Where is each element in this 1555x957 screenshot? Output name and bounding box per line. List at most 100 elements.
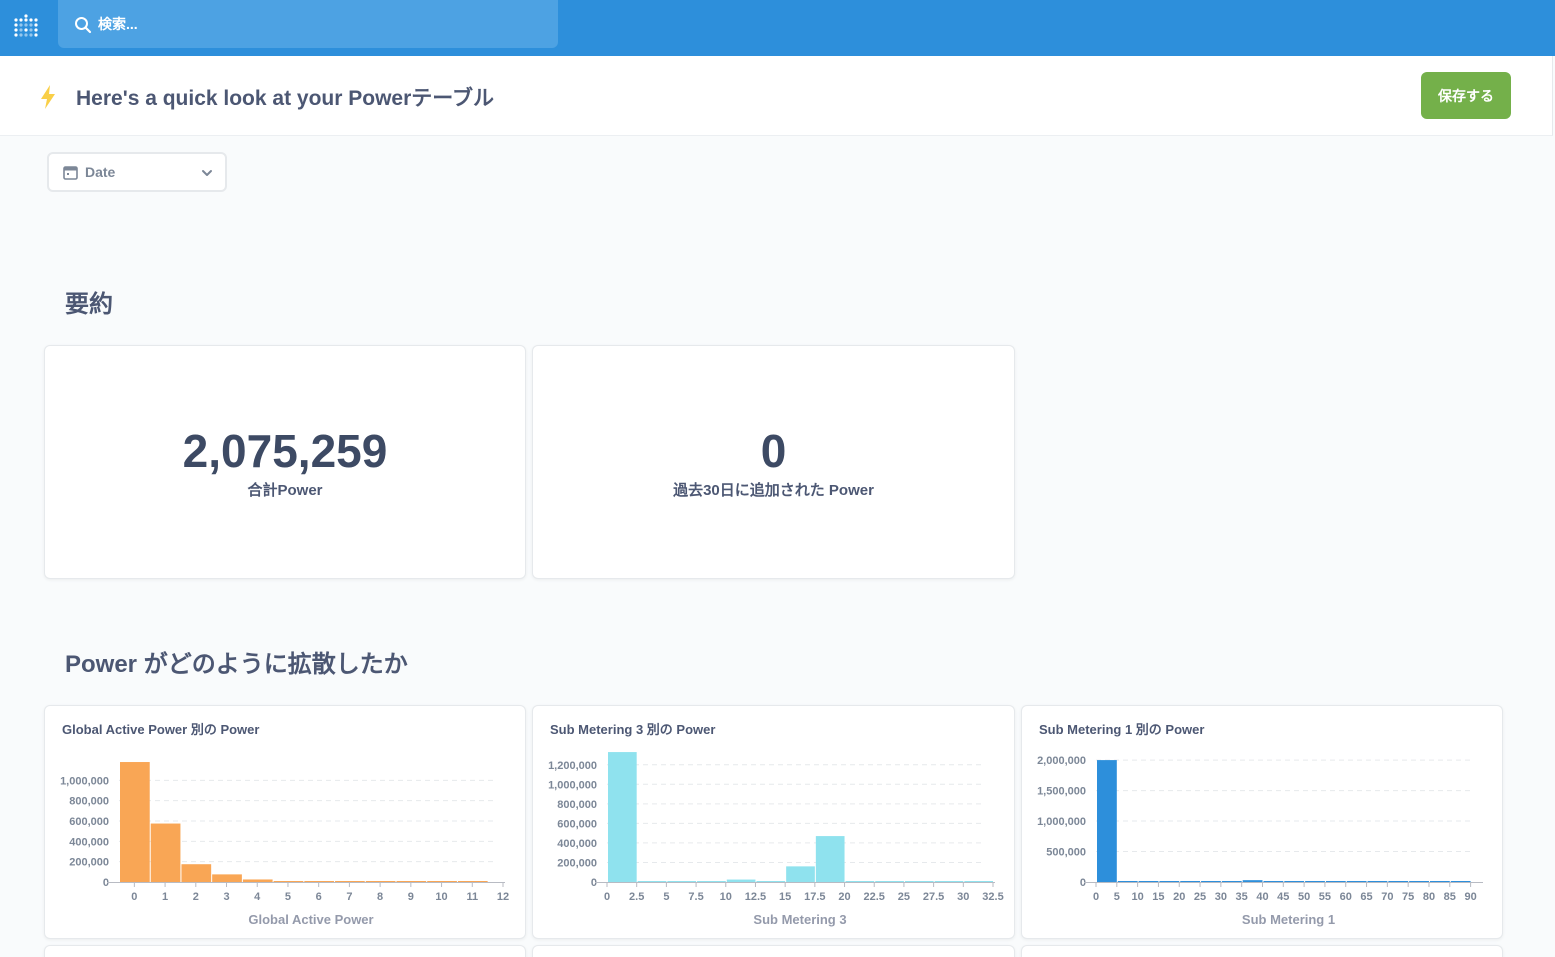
x-tick-label: 25 xyxy=(1194,891,1206,903)
x-tick-label: 5 xyxy=(285,891,291,903)
distribution-section-title: Power がどのように拡散したか xyxy=(65,651,408,678)
y-tick-label: 600,000 xyxy=(557,818,597,830)
histogram-bar xyxy=(335,881,365,882)
search-icon xyxy=(75,17,92,34)
chart-card-sub-metering-3[interactable]: Sub Metering 3 別の Power 0 200,000 400,000 6… xyxy=(532,705,1015,939)
search-input[interactable] xyxy=(98,0,538,48)
x-tick-label: 9 xyxy=(408,891,414,903)
y-tick-label: 400,000 xyxy=(557,838,597,850)
histogram-bar xyxy=(756,881,786,882)
chevron-down-icon xyxy=(202,170,212,176)
histogram-bar xyxy=(1346,881,1367,882)
histogram-chart: 0200,000400,000600,000800,0001,000,0000 1… xyxy=(60,762,509,927)
y-tick-label: 1,000,000 xyxy=(60,775,109,787)
chart-card-global-active-power[interactable]: Global Active Power 別の Power 0 200,000 400… xyxy=(44,705,526,939)
chart-card-sub-metering-1[interactable]: Sub Metering 1 別の Power 0 500,000 1,000,00… xyxy=(1021,705,1503,939)
histogram-bar xyxy=(1450,881,1471,882)
y-tick-label: 800,000 xyxy=(557,799,597,811)
chart-card-next[interactable] xyxy=(532,945,1015,957)
x-tick-label: 65 xyxy=(1360,891,1372,903)
lightning-bolt-icon xyxy=(41,85,55,109)
date-filter[interactable]: Date xyxy=(47,152,227,192)
y-tick-label: 600,000 xyxy=(69,816,109,828)
y-tick-label: 200,000 xyxy=(69,857,109,869)
histogram-bar xyxy=(726,879,756,882)
scalar-card-recent[interactable]: 0 過去30日に追加された Power xyxy=(532,345,1015,579)
histogram-bar xyxy=(608,752,637,882)
histogram-bar xyxy=(875,881,904,882)
chart-card-next[interactable] xyxy=(1021,945,1503,957)
x-tick-label: 2.5 xyxy=(629,891,644,903)
x-tick-label: 20 xyxy=(838,891,850,903)
histogram-bar xyxy=(1138,881,1159,882)
calendar-icon xyxy=(63,166,78,180)
histogram-bar xyxy=(697,881,726,882)
histogram-bar xyxy=(1325,881,1346,882)
histogram-bar xyxy=(304,881,335,882)
histogram-bar xyxy=(1305,881,1325,882)
histogram-bar xyxy=(457,881,488,882)
page-title: Here's a quick look at your Powerテーブル xyxy=(76,87,495,110)
histogram-bar xyxy=(934,881,964,882)
x-tick-label: 10 xyxy=(720,891,732,903)
histogram-bar xyxy=(1388,881,1409,882)
x-tick-label: 6 xyxy=(316,891,322,903)
x-tick-label: 10 xyxy=(1131,891,1143,903)
metabase-logo-icon[interactable] xyxy=(12,12,40,40)
top-nav xyxy=(0,0,1555,56)
x-tick-label: 15 xyxy=(1152,891,1164,903)
histogram-bar xyxy=(667,881,697,882)
x-tick-label: 0 xyxy=(604,891,610,903)
histogram-chart: 0 200,000 400,000 600,000 800,000 1,000,000 1,… xyxy=(548,752,1004,927)
x-tick-label: 22.5 xyxy=(864,891,885,903)
x-tick-label: 12.5 xyxy=(745,891,766,903)
x-tick-label: 11 xyxy=(466,891,478,903)
histogram-bar xyxy=(273,881,304,882)
y-tick-label: 1,000,000 xyxy=(1037,816,1086,828)
y-tick-label: 500,000 xyxy=(1046,847,1086,859)
x-tick-label: 2 xyxy=(193,891,199,903)
histogram-bar xyxy=(1159,881,1180,882)
save-button[interactable]: 保存する xyxy=(1421,72,1511,119)
x-axis-title: Sub Metering 3 xyxy=(753,912,846,927)
chart-card-next[interactable] xyxy=(44,945,526,957)
x-tick-label: 0 xyxy=(131,891,137,903)
x-tick-label: 32.5 xyxy=(982,891,1003,903)
scalar-value: 2,075,259 xyxy=(182,425,388,477)
histogram-bar xyxy=(815,836,845,882)
histogram-bar xyxy=(1284,881,1305,882)
scalar-value: 0 xyxy=(760,425,787,477)
x-tick-label: 5 xyxy=(663,891,669,903)
search-bar[interactable] xyxy=(58,0,558,48)
histogram-bar xyxy=(181,864,212,882)
x-tick-label: 85 xyxy=(1444,891,1456,903)
x-tick-label: 7 xyxy=(346,891,352,903)
scalar-card-total[interactable]: 2,075,259 合計Power xyxy=(44,345,526,579)
histogram-bar xyxy=(150,823,181,882)
histogram-bar xyxy=(845,881,875,882)
histogram-bar xyxy=(1201,881,1221,882)
histogram-bar xyxy=(212,874,242,882)
histogram-bar xyxy=(396,881,427,882)
x-tick-label: 80 xyxy=(1423,891,1435,903)
scalar-label: 合計Power xyxy=(247,482,323,499)
x-tick-label: 70 xyxy=(1381,891,1393,903)
x-tick-label: 27.5 xyxy=(923,891,944,903)
x-tick-label: 17.5 xyxy=(804,891,825,903)
x-tick-label: 4 xyxy=(254,891,261,903)
x-tick-label: 1 xyxy=(162,891,168,903)
histogram-chart: 0500,0001,000,0001,500,0002,000,0000 5 10 1… xyxy=(1037,755,1483,927)
x-tick-label: 5 xyxy=(1114,891,1120,903)
x-axis-title: Global Active Power xyxy=(248,912,373,927)
x-tick-label: 7.5 xyxy=(688,891,703,903)
x-axis-title: Sub Metering 1 xyxy=(1242,912,1335,927)
histogram-bar xyxy=(1429,881,1450,882)
histogram-bar xyxy=(1221,881,1242,882)
x-tick-label: 75 xyxy=(1402,891,1414,903)
histogram-bar xyxy=(637,881,667,882)
x-tick-label: 3 xyxy=(223,891,229,903)
x-tick-label: 90 xyxy=(1464,891,1476,903)
y-tick-label: 2,000,000 xyxy=(1037,755,1086,767)
x-tick-label: 55 xyxy=(1319,891,1331,903)
histogram-bar xyxy=(1180,881,1201,882)
